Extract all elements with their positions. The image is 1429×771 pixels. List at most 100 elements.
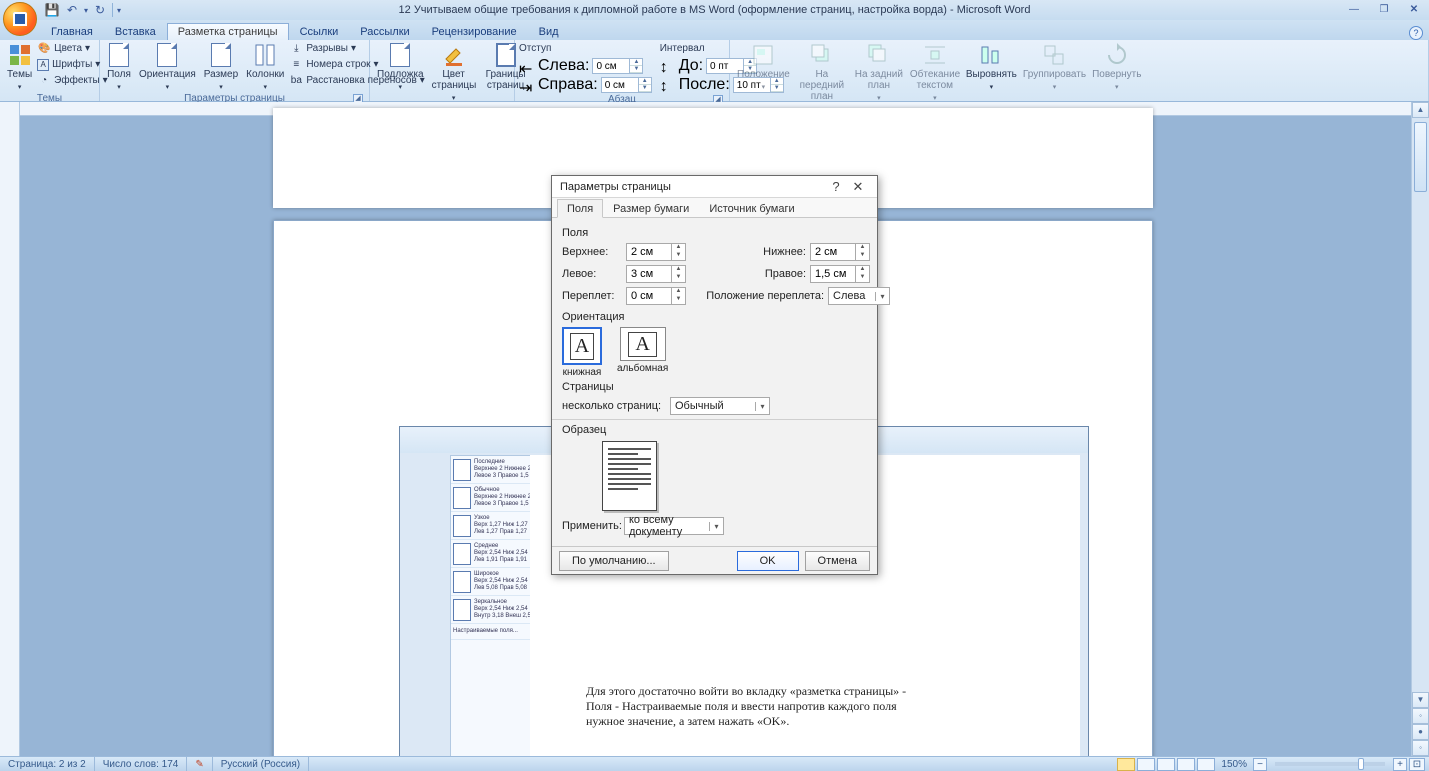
vertical-scrollbar[interactable]: ▲ ▼ ◦ ● ◦ [1411, 102, 1429, 756]
zoom-out-button[interactable]: − [1253, 758, 1267, 771]
browse-object-button[interactable]: ● [1412, 724, 1429, 740]
align-button[interactable]: Выровнять▾ [963, 41, 1020, 93]
indent-left-input[interactable] [593, 59, 629, 73]
status-language[interactable]: Русский (Россия) [213, 757, 309, 771]
proofing-icon: ✎ [195, 759, 203, 770]
view-draft[interactable] [1197, 758, 1215, 771]
themes-button[interactable]: Темы▾ [4, 41, 35, 93]
theme-fonts[interactable]: AШрифты▾ [37, 57, 108, 72]
watermark-icon [390, 43, 410, 67]
orientation-button[interactable]: Ориентация▾ [136, 41, 199, 93]
office-button[interactable] [3, 2, 37, 36]
group-icon [1042, 43, 1066, 67]
top-margin-spinner[interactable]: ▲▼ [626, 243, 686, 261]
top-margin-label: Верхнее: [562, 246, 622, 258]
margins-button[interactable]: Поля▾ [104, 41, 134, 93]
qat-customize[interactable]: ▾ [117, 6, 121, 15]
close-button[interactable]: ✕ [1399, 0, 1429, 18]
dialog-tab-source[interactable]: Источник бумаги [699, 199, 804, 218]
view-outline[interactable] [1177, 758, 1195, 771]
bottom-margin-input[interactable] [811, 244, 855, 260]
dialog-title: Параметры страницы [560, 181, 671, 193]
zoom-slider[interactable] [1275, 762, 1385, 766]
group-button[interactable]: Группировать▾ [1020, 41, 1089, 93]
scroll-up-button[interactable]: ▲ [1412, 102, 1429, 118]
cancel-button[interactable]: Отмена [805, 551, 870, 571]
rotate-button[interactable]: Повернуть▾ [1089, 41, 1144, 93]
dialog-help-button[interactable]: ? [825, 179, 847, 194]
indent-left[interactable]: ⇤Слева:▲▼ [519, 57, 652, 75]
send-back-button[interactable]: На задний план▾ [851, 41, 907, 104]
tab-review[interactable]: Рецензирование [421, 23, 528, 40]
right-margin-spinner[interactable]: ▲▼ [810, 265, 870, 283]
view-print-layout[interactable] [1117, 758, 1135, 771]
position-button[interactable]: Положение▾ [734, 41, 793, 93]
gutter-label: Переплет: [562, 290, 622, 302]
gutter-spinner[interactable]: ▲▼ [626, 287, 686, 305]
borders-icon [496, 43, 516, 67]
size-button[interactable]: Размер▾ [201, 41, 241, 93]
dialog-tab-paper[interactable]: Размер бумаги [603, 199, 699, 218]
text-wrap-button[interactable]: Обтекание текстом▾ [907, 41, 963, 104]
view-web[interactable] [1157, 758, 1175, 771]
tab-home[interactable]: Главная [40, 23, 104, 40]
section-pages-label: Страницы [562, 381, 867, 393]
zoom-slider-thumb[interactable] [1358, 758, 1364, 770]
maximize-button[interactable]: ❐ [1369, 0, 1399, 18]
status-word-count[interactable]: Число слов: 174 [95, 757, 188, 771]
help-icon[interactable]: ? [1409, 26, 1423, 40]
view-full-screen[interactable] [1137, 758, 1155, 771]
default-button[interactable]: По умолчанию... [559, 551, 669, 571]
ribbon-tabs: Главная Вставка Разметка страницы Ссылки… [0, 20, 1429, 40]
status-proofing[interactable]: ✎ [187, 757, 212, 771]
chevron-down-icon: ▾ [709, 522, 723, 531]
tab-mailings[interactable]: Рассылки [349, 23, 420, 40]
gutter-pos-select[interactable]: Слева▾ [828, 287, 890, 305]
save-icon[interactable]: 💾 [44, 2, 60, 18]
rotate-icon [1105, 43, 1129, 67]
dialog-tab-margins[interactable]: Поля [557, 199, 603, 218]
page-color-button[interactable]: Цвет страницы▾ [429, 41, 479, 104]
left-margin-spinner[interactable]: ▲▼ [626, 265, 686, 283]
apply-to-select[interactable]: ко всему документу▾ [624, 517, 724, 535]
redo-icon[interactable]: ↻ [92, 2, 108, 18]
indent-right[interactable]: ⇥Справа:▲▼ [519, 76, 652, 94]
margins-icon [109, 43, 129, 67]
ok-button[interactable]: OK [737, 551, 799, 571]
left-margin-input[interactable] [627, 266, 671, 282]
undo-dropdown[interactable]: ▾ [84, 6, 88, 15]
minimize-button[interactable]: — [1339, 0, 1369, 18]
zoom-fit-button[interactable]: ⊡ [1409, 758, 1425, 771]
undo-icon[interactable]: ↶ [64, 2, 80, 18]
tab-insert[interactable]: Вставка [104, 23, 167, 40]
right-margin-input[interactable] [811, 266, 855, 282]
zoom-in-button[interactable]: + [1393, 758, 1407, 771]
bottom-margin-spinner[interactable]: ▲▼ [810, 243, 870, 261]
tab-page-layout[interactable]: Разметка страницы [167, 23, 289, 40]
zoom-level[interactable]: 150% [1221, 759, 1247, 770]
theme-effects[interactable]: ◔Эффекты▾ [37, 73, 108, 88]
ribbon: Темы▾ 🎨Цвета▾ AШрифты▾ ◔Эффекты▾ Темы По… [0, 40, 1429, 102]
status-page[interactable]: Страница: 2 из 2 [0, 757, 95, 771]
orientation-portrait[interactable]: A книжная [562, 327, 602, 378]
tab-references[interactable]: Ссылки [289, 23, 350, 40]
quick-access-toolbar: 💾 ↶ ▾ ↻ ▾ [44, 2, 121, 18]
indent-right-input[interactable] [602, 78, 638, 92]
window-title: 12 Учитываем общие требования к дипломно… [0, 4, 1429, 16]
scroll-down-button[interactable]: ▼ [1412, 692, 1429, 708]
section-orientation-label: Ориентация [562, 311, 867, 323]
tab-view[interactable]: Вид [528, 23, 570, 40]
dialog-close-button[interactable]: ✕ [847, 179, 869, 195]
gutter-input[interactable] [627, 288, 671, 304]
orientation-landscape[interactable]: A альбомная [617, 327, 668, 378]
theme-colors[interactable]: 🎨Цвета▾ [37, 41, 108, 56]
scroll-thumb[interactable] [1414, 122, 1427, 192]
group-page-setup: Поля▾ Ориентация▾ Размер▾ Колонки▾ ⤓Разр… [100, 40, 370, 101]
top-margin-input[interactable] [627, 244, 671, 260]
columns-button[interactable]: Колонки▾ [243, 41, 287, 93]
multipage-select[interactable]: Обычный▾ [670, 397, 770, 415]
watermark-button[interactable]: Подложка▾ [374, 41, 427, 93]
next-page-button[interactable]: ◦ [1412, 740, 1429, 756]
bring-front-icon [810, 43, 834, 67]
prev-page-button[interactable]: ◦ [1412, 708, 1429, 724]
